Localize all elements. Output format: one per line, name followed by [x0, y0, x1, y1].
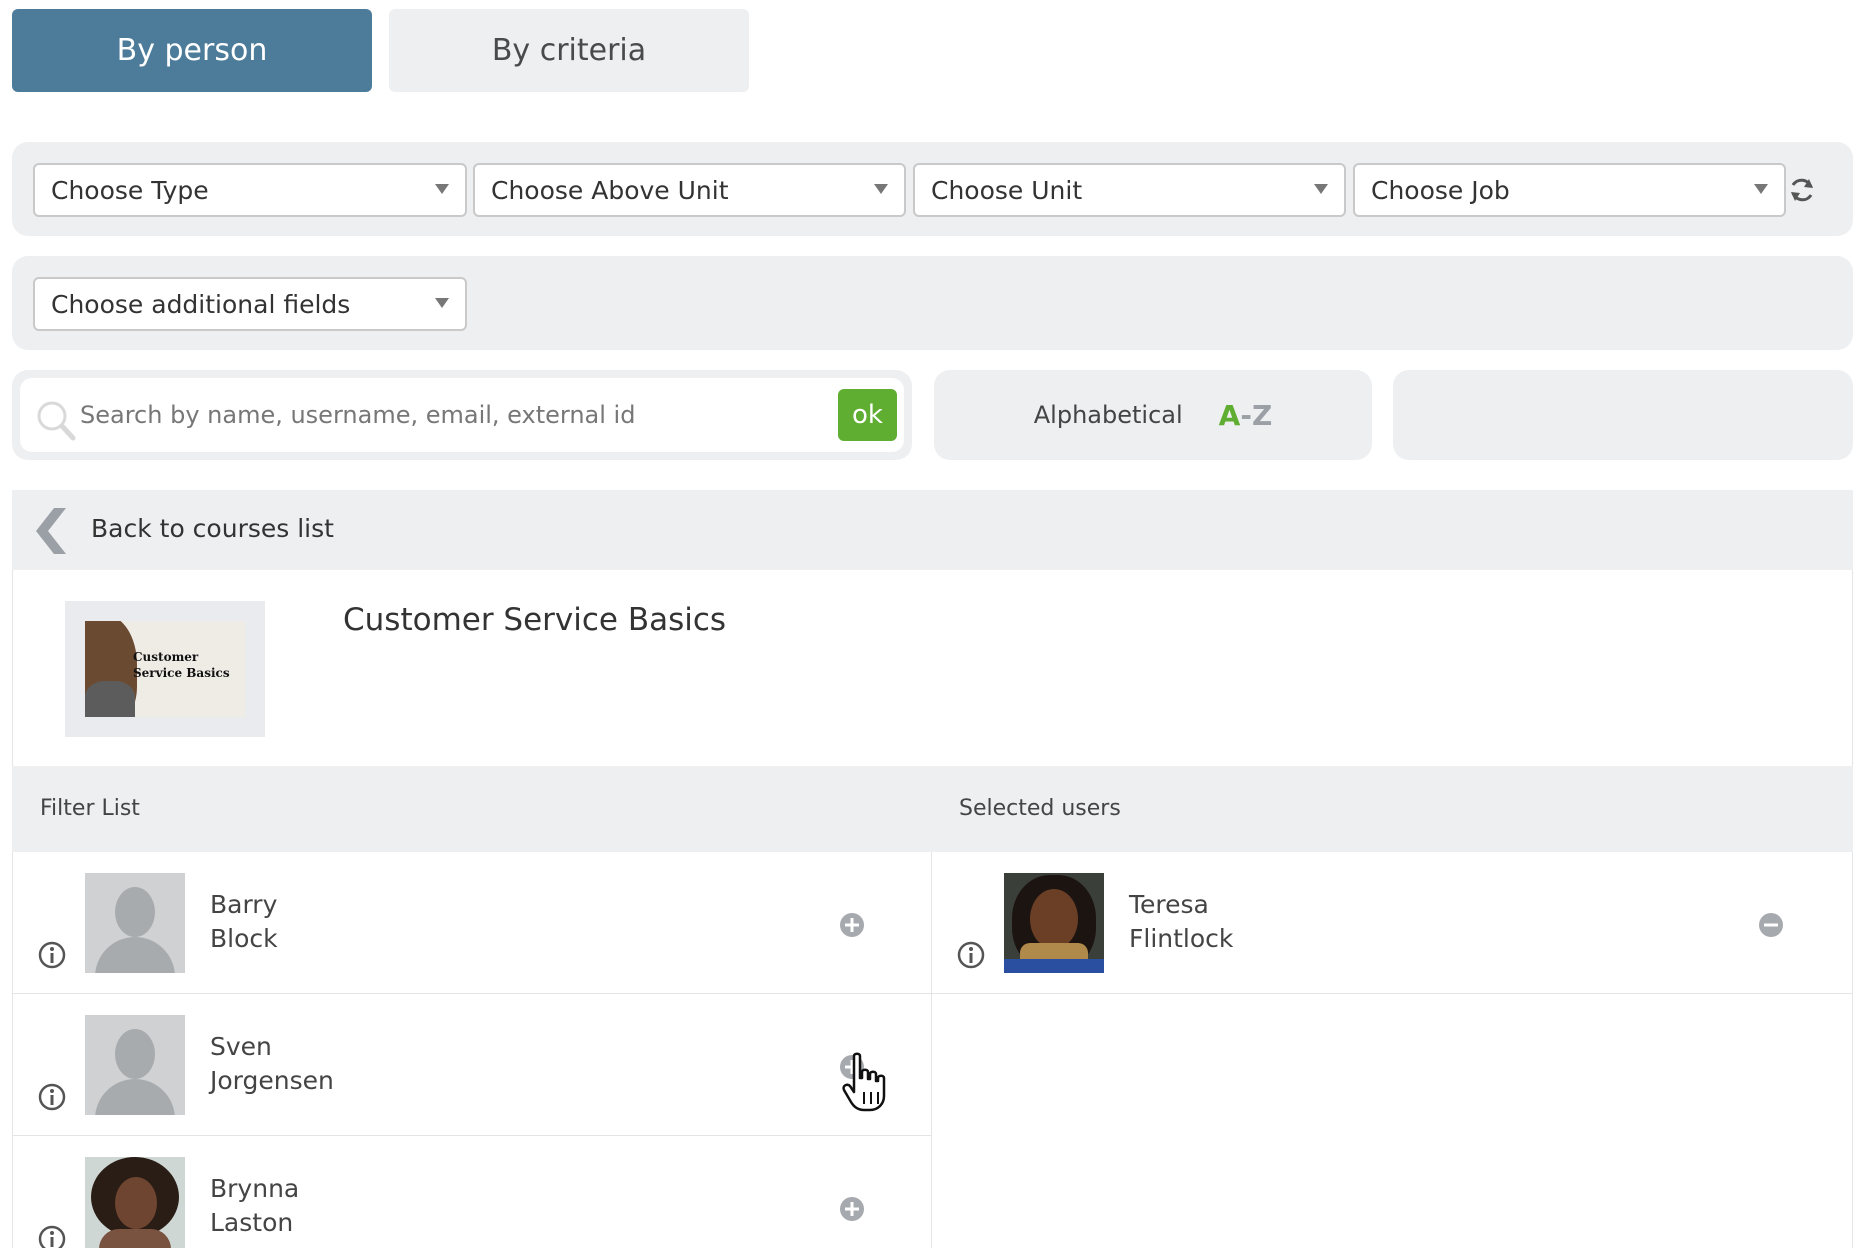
- info-icon[interactable]: [956, 940, 986, 970]
- add-user-icon[interactable]: [839, 912, 865, 938]
- search-box: [20, 378, 904, 452]
- avatar: [85, 1157, 185, 1248]
- search-input[interactable]: [80, 390, 840, 440]
- type-select-label: Choose Type: [51, 175, 209, 205]
- user-name: Brynna Laston: [210, 1174, 300, 1237]
- user-name: Teresa Flintlock: [1129, 890, 1234, 953]
- info-icon[interactable]: [37, 1224, 67, 1248]
- sort-label: Alphabetical: [1033, 401, 1183, 429]
- search-icon: [37, 401, 76, 441]
- additional-fields-label: Choose additional fields: [51, 289, 351, 319]
- dropdown-arrow-icon: [435, 298, 449, 308]
- thumbnail-text: Customer Service Basics: [133, 650, 230, 680]
- dropdown-arrow-icon: [874, 184, 888, 194]
- course-thumbnail: Customer Service Basics: [85, 621, 245, 717]
- unit-select-label: Choose Unit: [931, 175, 1083, 205]
- avatar: [1004, 873, 1104, 973]
- list-header-bar: Filter List Selected users: [12, 766, 1853, 852]
- selected-users-list: Teresa Flintlock: [932, 852, 1853, 1248]
- filter-list: Barry Block Sven Jorgensen Brynna Laston: [12, 852, 932, 1248]
- refresh-icon[interactable]: [1787, 175, 1817, 205]
- unit-select[interactable]: Choose Unit: [913, 163, 1346, 217]
- list-item: Barry Block: [13, 852, 931, 994]
- list-item: Teresa Flintlock: [932, 852, 1852, 994]
- dropdown-arrow-icon: [1754, 184, 1768, 194]
- back-to-courses-link[interactable]: Back to courses list: [12, 490, 1853, 570]
- job-select-label: Choose Job: [1371, 175, 1510, 205]
- search-panel: ok: [12, 370, 912, 460]
- course-thumbnail-frame: Customer Service Basics: [65, 601, 265, 737]
- hand-cursor-icon: [842, 1052, 886, 1112]
- course-card: Customer Service Basics Customer Service…: [12, 570, 1853, 766]
- search-ok-button[interactable]: ok: [838, 389, 897, 441]
- dropdown-arrow-icon: [435, 184, 449, 194]
- list-item: Sven Jorgensen: [13, 994, 931, 1136]
- info-icon[interactable]: [37, 940, 67, 970]
- additional-fields-select[interactable]: Choose additional fields: [33, 277, 467, 331]
- empty-panel: [1393, 370, 1853, 460]
- back-label: Back to courses list: [91, 514, 334, 543]
- avatar: [85, 1015, 185, 1115]
- dropdown-arrow-icon: [1314, 184, 1328, 194]
- course-title: Customer Service Basics: [343, 602, 727, 638]
- type-select[interactable]: Choose Type: [33, 163, 467, 217]
- job-select[interactable]: Choose Job: [1353, 163, 1786, 217]
- above-unit-select[interactable]: Choose Above Unit: [473, 163, 906, 217]
- user-name: Sven Jorgensen: [210, 1032, 334, 1095]
- tab-by-criteria[interactable]: By criteria: [389, 9, 749, 92]
- remove-user-icon[interactable]: [1758, 912, 1784, 938]
- alphabetical-sort-button[interactable]: Alphabetical A-Z: [934, 370, 1372, 460]
- avatar: [85, 873, 185, 973]
- filter-list-header: Filter List: [40, 796, 140, 821]
- user-name: Barry Block: [210, 890, 278, 953]
- add-user-icon[interactable]: [839, 1196, 865, 1222]
- list-item: Brynna Laston: [13, 1136, 931, 1248]
- info-icon[interactable]: [37, 1082, 67, 1112]
- above-unit-select-label: Choose Above Unit: [491, 175, 729, 205]
- chevron-left-icon: [36, 508, 66, 554]
- tab-by-person[interactable]: By person: [12, 9, 372, 92]
- sort-az-icon: A-Z: [1218, 398, 1273, 432]
- selected-users-header: Selected users: [959, 796, 1121, 821]
